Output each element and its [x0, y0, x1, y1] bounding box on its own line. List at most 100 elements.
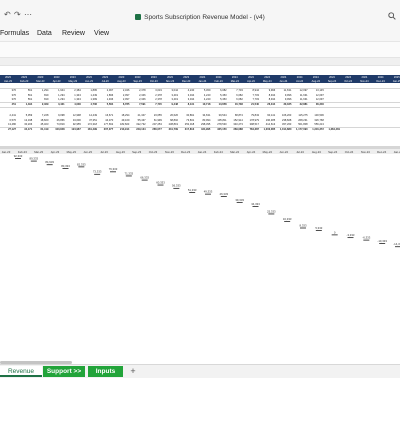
table-cell[interactable]: 8,131 [178, 103, 195, 106]
table-cell[interactable]: 1,449 [81, 94, 98, 97]
table-cell[interactable]: 8,944 [243, 89, 260, 92]
table-cell[interactable]: 4,036 [65, 103, 81, 106]
table-cell[interactable]: 561 [16, 89, 32, 92]
table-cell[interactable]: 30,035 [275, 103, 291, 106]
table-cell[interactable]: 7,703 [227, 89, 243, 92]
table-cell[interactable]: 9,996 [275, 94, 292, 97]
table-cell[interactable]: 10,718 [194, 103, 210, 106]
header-cell[interactable]: Jan-23 [0, 80, 16, 83]
header-cell[interactable]: Jul-24 [292, 80, 308, 83]
table-cell[interactable]: 213,914 [113, 128, 129, 131]
header-cell[interactable]: Jan-24 [194, 80, 210, 83]
table-cell[interactable]: 9,098 [49, 114, 65, 117]
table-cell[interactable]: 73,831 [178, 119, 194, 122]
table-cell[interactable]: 2,378 [130, 89, 146, 92]
table-cell[interactable]: 2,384 [65, 89, 81, 92]
table-cell[interactable]: 317,813 [178, 128, 194, 131]
table-cell[interactable]: 12,998 [65, 114, 81, 117]
table-cell[interactable]: 5,453 [211, 94, 227, 97]
table-cell[interactable]: 12,097 [308, 94, 324, 97]
table-cell[interactable]: 5,059 [16, 114, 33, 117]
header-cell[interactable]: Dec-23 [178, 80, 194, 83]
table-cell[interactable]: 238,828 [275, 119, 291, 122]
header-cell[interactable]: Jul-23 [97, 80, 113, 83]
table-cell[interactable]: 90,141 [259, 114, 275, 117]
table-cell[interactable]: 18,600 [32, 119, 48, 122]
table-cell[interactable]: 3,044 [178, 94, 195, 97]
table-cell[interactable]: 2,378 [146, 94, 162, 97]
table-cell[interactable]: 7,591 [130, 103, 146, 106]
header-cell[interactable]: Aug-23 [113, 80, 129, 83]
table-cell[interactable]: 16,738 [227, 103, 243, 106]
table-cell[interactable]: 34,631 [194, 114, 210, 117]
table-cell[interactable]: 68,802 [162, 119, 178, 122]
table-cell[interactable]: 335,150 [211, 128, 226, 131]
table-cell[interactable]: 1,494 [16, 103, 33, 106]
table-cell[interactable]: 6,576 [0, 119, 17, 122]
table-cell[interactable]: 784,387 [243, 128, 259, 131]
table-cell[interactable]: 12,097 [292, 89, 308, 92]
tab-revenue-model[interactable]: Revenue Model [0, 366, 42, 386]
table-cell[interactable]: 55,437 [130, 119, 146, 122]
table-cell[interactable]: 26,626 [162, 114, 178, 117]
table-cell[interactable]: 16,671 [97, 114, 113, 117]
menu-review[interactable]: Review [62, 30, 85, 37]
table-cell[interactable]: 1,384,481 [324, 128, 340, 131]
table-cell[interactable]: 2,346 [113, 89, 130, 92]
table-cell[interactable]: 207,077 [97, 128, 113, 131]
table-cell[interactable]: 1,294 [32, 89, 49, 92]
header-cell[interactable]: Apr-24 [243, 80, 259, 83]
table-cell[interactable]: 2,097 [113, 94, 130, 97]
table-cell[interactable]: 61,419 [32, 128, 48, 131]
table-cell[interactable]: 152,914 [227, 119, 242, 122]
table-cell[interactable]: 34,171 [16, 128, 32, 131]
header-cell[interactable]: Feb-23 [16, 80, 32, 83]
table-cell[interactable]: 115,275 [292, 114, 307, 117]
table-cell[interactable]: 1,343 [65, 94, 81, 97]
table-cell[interactable]: 376 [0, 89, 16, 92]
table-cell[interactable]: 23,655 [146, 114, 162, 117]
table-cell[interactable]: 1,200,085 [259, 128, 276, 131]
header-cell[interactable]: May-23 [65, 80, 81, 83]
table-cell[interactable]: 13,145 [308, 89, 324, 92]
table-cell[interactable]: 100,848 [49, 128, 64, 131]
table-cell[interactable]: 49,169 [113, 119, 129, 122]
table-cell[interactable]: 21,347 [130, 114, 146, 117]
table-cell[interactable]: 3,419 [162, 94, 179, 97]
header-cell[interactable]: Oct-23 [146, 80, 162, 83]
table-cell[interactable]: 13,658 [211, 103, 227, 106]
table-cell[interactable]: 4,706 [81, 103, 98, 106]
tab-inputs[interactable]: Inputs [88, 366, 123, 377]
table-cell[interactable]: 9,996 [259, 89, 276, 92]
table-cell[interactable]: 249,134 [130, 128, 145, 131]
table-cell[interactable]: 6,785 [113, 103, 130, 106]
table-cell[interactable]: 2,441 [0, 114, 17, 117]
table-cell[interactable]: 11,631 [292, 94, 308, 97]
table-cell[interactable]: 34,600 [65, 119, 81, 122]
table-cell[interactable]: 1,294 [49, 94, 65, 97]
header-cell[interactable]: Aug-24 [308, 80, 324, 83]
header-cell[interactable]: Nov-23 [162, 80, 178, 83]
header-cell[interactable]: Mar-24 [227, 80, 243, 83]
table-cell[interactable]: 7,228 [32, 114, 49, 117]
table-cell[interactable]: 451 [0, 103, 16, 106]
table-cell[interactable]: 12,198 [16, 119, 32, 122]
table-cell[interactable]: 1,177,090 [292, 128, 308, 131]
header-cell[interactable]: Jun-24 [275, 80, 291, 83]
header-cell[interactable]: Dec-24 [373, 80, 389, 83]
table-cell[interactable]: 6,082 [211, 89, 227, 92]
header-cell[interactable]: Jan-25 [389, 80, 400, 83]
table-cell[interactable]: 178,979 [243, 119, 259, 122]
header-cell[interactable]: Feb-24 [211, 80, 227, 83]
table-cell[interactable]: 819 [32, 94, 48, 97]
table-cell[interactable]: 1,014,880 [275, 128, 292, 131]
table-cell[interactable]: 36,346 [308, 103, 324, 106]
table-cell[interactable]: 2,097 [97, 89, 114, 92]
table-cell[interactable]: 2,469 [32, 103, 49, 106]
menu-formulas[interactable]: Formulas [0, 30, 29, 37]
table-cell[interactable]: 68,874 [227, 114, 243, 117]
table-cell[interactable]: 3,421 [49, 103, 65, 106]
table-cell[interactable]: 326,768 [308, 119, 323, 122]
table-cell[interactable]: 37,351 [81, 119, 97, 122]
search-icon[interactable] [388, 12, 396, 20]
